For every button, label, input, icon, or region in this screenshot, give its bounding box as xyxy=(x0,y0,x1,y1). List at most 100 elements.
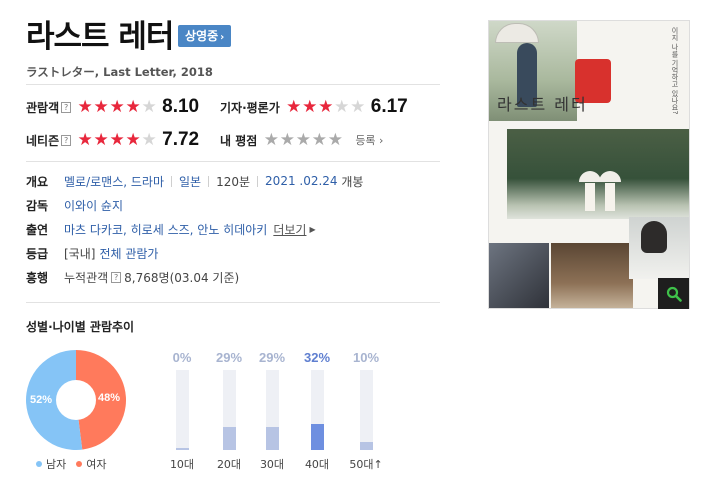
boxoffice-label: 누적관객 xyxy=(64,270,109,285)
demographics-title: 성별·나이별 관람추이 xyxy=(26,320,135,334)
showing-status-button[interactable]: 상영중 › xyxy=(178,25,232,47)
female-dot-icon xyxy=(76,461,83,467)
boxoffice-key: 흥행 xyxy=(26,270,49,285)
star-icon: ★ xyxy=(77,129,93,150)
overview-key: 개요 xyxy=(26,174,49,189)
age-pct-label: 29% xyxy=(215,350,243,365)
rating-grade-link[interactable]: 전체 관람가 xyxy=(99,245,158,262)
rating-grade-row: 등급 [국내] 전체 관람가 xyxy=(26,243,158,263)
separator xyxy=(257,175,259,187)
age-bar xyxy=(265,427,279,450)
movie-title: 라스트 레터 xyxy=(26,19,174,55)
poster-title: 라스트 레터 xyxy=(497,95,588,114)
chevron-right-icon: › xyxy=(220,32,225,43)
critics-rating-label: 기자·평론가 xyxy=(220,100,280,115)
my-rating-stars[interactable]: ★ ★ ★ ★ ★ xyxy=(263,131,343,149)
star-icon[interactable]: ★ xyxy=(279,131,295,149)
divider xyxy=(26,302,440,303)
star-icon: ★ xyxy=(318,96,334,117)
age-pct-label: 0% xyxy=(172,350,192,365)
age-bar xyxy=(359,442,373,450)
netizen-score: 7.72 xyxy=(162,129,200,150)
genre-link[interactable]: 멜로/로맨스, 드라마 xyxy=(64,173,164,190)
poster-vertical-text: 이지 나를 기억하고 있나요? xyxy=(671,27,679,115)
poster-figure xyxy=(605,183,615,211)
my-rating-label: 내 평점 xyxy=(220,133,258,148)
boxoffice-row: 흥행 누적관객 ? 8,768명(03.04 기준) xyxy=(26,267,239,287)
poster-photo xyxy=(489,243,549,308)
star-icon: ★ xyxy=(109,96,125,117)
age-column: 29% 20대 xyxy=(209,350,249,472)
help-icon[interactable]: ? xyxy=(61,134,72,146)
rating-grade-prefix: [국내] xyxy=(64,246,96,261)
age-category-label: 30대 xyxy=(259,458,285,471)
status-badge-label: 상영중 xyxy=(185,29,219,43)
star-icon[interactable]: ★ xyxy=(327,131,343,149)
star-icon[interactable]: ★ xyxy=(295,131,311,149)
age-pct-label: 29% xyxy=(258,350,286,365)
age-column: 32% 40대 xyxy=(297,350,337,472)
release-date-link[interactable]: 2021 .02.24 xyxy=(265,174,338,188)
star-icon: ★ xyxy=(141,129,157,150)
age-bar-track xyxy=(175,370,189,450)
director-link[interactable]: 이와이 슌지 xyxy=(64,197,123,214)
female-pct-label: 48% xyxy=(98,392,121,404)
audience-rating-label: 관람객 xyxy=(26,100,60,115)
cast-link[interactable]: 마츠 다카코, 히로세 스즈, 안노 히데아키 xyxy=(64,221,267,238)
search-icon xyxy=(666,286,682,302)
age-column: 10% 50대↑ xyxy=(346,350,386,472)
star-icon: ★ xyxy=(302,96,318,117)
cast-more-link[interactable]: 더보기 xyxy=(273,221,306,238)
star-icon: ★ xyxy=(93,129,109,150)
rating-grade-key: 등급 xyxy=(26,246,49,261)
star-icon: ★ xyxy=(109,129,125,150)
audience-stars: ★ ★ ★ ★ ★ xyxy=(77,96,157,117)
age-category-label: 10대 xyxy=(169,458,195,471)
poster-figure xyxy=(585,183,595,211)
star-icon: ★ xyxy=(93,96,109,117)
help-icon[interactable]: ? xyxy=(111,271,122,283)
star-icon: ★ xyxy=(286,96,302,117)
critics-stars: ★ ★ ★ ★ ★ xyxy=(286,96,366,117)
pie-center-hole xyxy=(56,380,96,420)
poster-zoom-button[interactable] xyxy=(658,278,689,309)
age-column: 29% 30대 xyxy=(252,350,292,472)
cast-key: 출연 xyxy=(26,222,49,237)
star-icon: ★ xyxy=(350,96,366,117)
caret-right-icon: ▶ xyxy=(309,224,316,234)
country-link[interactable]: 일본 xyxy=(179,173,201,190)
age-bar-track xyxy=(359,370,373,450)
age-bar xyxy=(310,424,324,450)
boxoffice-value: 8,768명(03.04 기준) xyxy=(124,270,240,285)
legend-female-label: 여자 xyxy=(86,458,107,471)
star-icon: ★ xyxy=(125,129,141,150)
separator xyxy=(171,175,172,187)
divider xyxy=(26,161,440,162)
gender-legend: 남자 여자 xyxy=(36,456,117,472)
netizen-rating: 네티즌 ? ★ ★ ★ ★ ★ 7.72 xyxy=(26,128,199,152)
legend-female: 여자 xyxy=(76,456,107,472)
poster-figure xyxy=(641,221,667,253)
age-bar-track xyxy=(310,370,324,450)
poster-photo xyxy=(551,243,633,308)
age-category-label: 40대 xyxy=(304,458,330,471)
netizen-rating-label: 네티즌 xyxy=(26,133,60,148)
age-category-label: 50대↑ xyxy=(349,458,383,471)
register-rating-link[interactable]: 등록 › xyxy=(355,132,383,148)
separator xyxy=(208,175,210,187)
age-column: 0% 10대 xyxy=(162,350,202,472)
movie-subtitle: ラストレター, Last Letter, 2018 xyxy=(26,65,213,79)
age-bar-track xyxy=(222,370,236,450)
critics-score: 6.17 xyxy=(370,96,408,117)
poster-photo xyxy=(507,129,689,219)
age-pct-label: 32% xyxy=(303,350,331,365)
help-icon[interactable]: ? xyxy=(61,101,72,113)
star-icon[interactable]: ★ xyxy=(263,131,279,149)
runtime: 120분 xyxy=(216,174,251,189)
audience-score: 8.10 xyxy=(162,96,200,117)
star-icon[interactable]: ★ xyxy=(311,131,327,149)
my-rating: 내 평점 ★ ★ ★ ★ ★ 등록 › xyxy=(220,128,383,152)
age-bar-track xyxy=(265,370,279,450)
overview-row: 개요 멜로/로맨스, 드라마 일본 120분 2021 .02.24 개봉 xyxy=(26,171,363,191)
movie-poster[interactable]: 이지 나를 기억하고 있나요? 라스트 레터 xyxy=(488,20,690,309)
